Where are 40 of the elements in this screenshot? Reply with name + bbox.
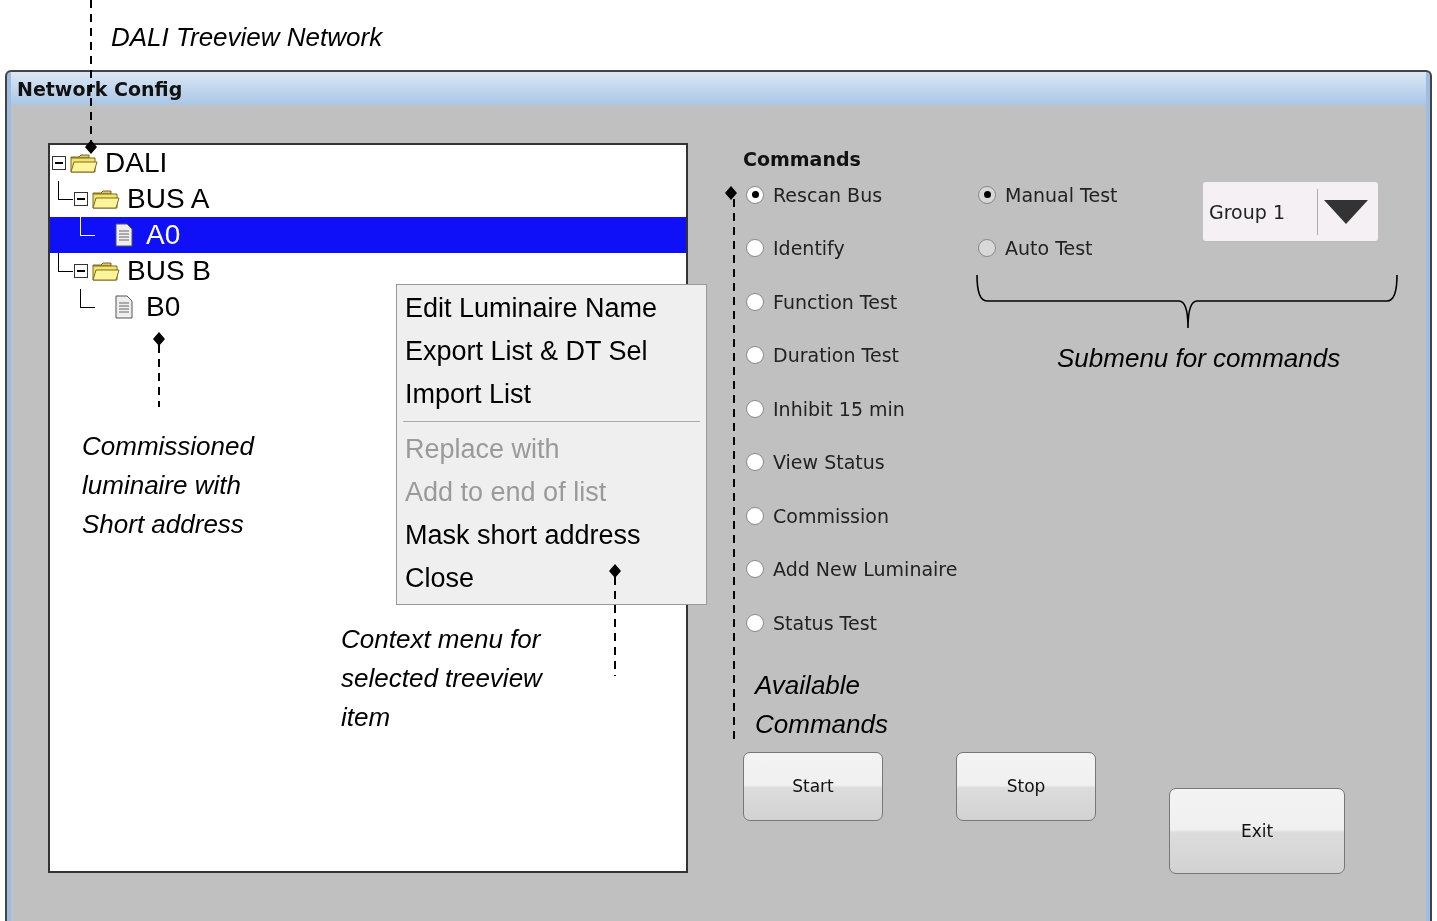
menu-item[interactable]: Close: [397, 557, 706, 600]
radio-option[interactable]: View Status: [743, 435, 975, 489]
section-title: Commands: [743, 150, 862, 168]
annotation-text: Submenu for commands: [1057, 342, 1341, 375]
radio-option[interactable]: Function Test: [743, 275, 975, 329]
menu-item[interactable]: Import List: [397, 373, 706, 416]
tree-item[interactable]: DALI: [50, 145, 686, 181]
collapse-toggle[interactable]: [74, 192, 88, 206]
tree-item[interactable]: BUS A: [50, 181, 686, 217]
action-button[interactable]: Stop: [956, 751, 1096, 821]
folder-icon: [92, 261, 120, 281]
menu-item[interactable]: Edit Luminaire Name: [397, 287, 706, 330]
action-button[interactable]: Exit: [1169, 787, 1345, 874]
tree-item[interactable]: A0: [50, 217, 686, 253]
folder-icon: [70, 153, 98, 173]
radio-option[interactable]: Manual Test: [975, 168, 1203, 222]
radio-option[interactable]: Status Test: [743, 596, 975, 650]
annotation-text: DALI Treeview Network: [111, 21, 383, 54]
tree-item[interactable]: BUS B: [50, 253, 686, 289]
annotation-text: Context menu for selected treeview item: [341, 623, 544, 734]
radio-option[interactable]: Auto Test: [975, 221, 1203, 275]
radio-option[interactable]: Inhibit 15 min: [743, 382, 975, 436]
radio-option[interactable]: Commission: [743, 489, 975, 543]
annotation-text: Commissioned luminaire with Short address: [82, 430, 256, 541]
dropdown-arrow-icon: [1324, 198, 1368, 225]
collapse-toggle[interactable]: [52, 156, 66, 170]
document-icon: [114, 223, 134, 247]
collapse-toggle[interactable]: [74, 264, 88, 278]
radio-option[interactable]: Add New Luminaire: [743, 542, 975, 596]
annotation-text: Available Commands: [755, 669, 889, 741]
radio-option[interactable]: Duration Test: [743, 328, 975, 382]
group-dropdown[interactable]: Group 1: [1203, 182, 1378, 241]
menu-item[interactable]: Mask short address: [397, 514, 706, 557]
action-button[interactable]: Start: [743, 751, 883, 821]
menu-item[interactable]: Export List & DT Sel: [397, 330, 706, 373]
radio-option[interactable]: Rescan Bus: [743, 168, 975, 222]
window-title: Network Config: [17, 77, 183, 100]
document-icon: [114, 295, 134, 319]
folder-icon: [92, 189, 120, 209]
radio-option[interactable]: Identify: [743, 221, 975, 275]
